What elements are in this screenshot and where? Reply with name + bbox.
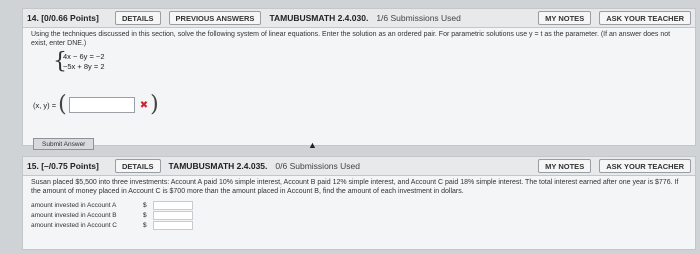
q14-submit-button[interactable]: Submit Answer [33, 138, 95, 150]
q15-number-points: 15. [–/0.75 Points] [27, 161, 107, 171]
currency-symbol: $ [143, 221, 147, 229]
investment-row: amount invested in Account B $ [31, 210, 695, 220]
q14-previous-answers-button[interactable]: PREVIOUS ANSWERS [168, 11, 262, 25]
q14-number: 14. [27, 13, 39, 23]
page: 14. [0/0.66 Points] DETAILS PREVIOUS ANS… [0, 0, 700, 254]
q15-investments: amount invested in Account A $ amount in… [23, 200, 695, 230]
account-b-input[interactable] [153, 210, 193, 220]
left-paren-icon: ( [58, 92, 67, 117]
q14-points: [0/0.66 Points] [41, 13, 99, 23]
q15-header: 15. [–/0.75 Points] DETAILS TAMUBUSMATH … [22, 156, 696, 176]
right-paren-icon: ) [150, 92, 159, 117]
incorrect-mark-icon: ✖ [139, 99, 149, 111]
q14-answer-input[interactable] [68, 97, 135, 113]
q14-details-button[interactable]: DETAILS [115, 11, 161, 25]
q14-answer-label: (x, y) = [33, 100, 57, 110]
q14-equation-2: −5x + 8y = 2 [63, 62, 105, 71]
q14-submissions: 1/6 Submissions Used [376, 13, 461, 23]
investment-row: amount invested in Account C $ [31, 220, 695, 230]
q14-instructions: Using the techniques discussed in this s… [31, 31, 671, 47]
q15-problem-text: Susan placed $5,500 into three investmen… [31, 179, 679, 195]
q15-my-notes-button[interactable]: MY NOTES [538, 159, 592, 173]
q15-ask-teacher-button[interactable]: ASK YOUR TEACHER [599, 159, 691, 173]
q15-points: [–/0.75 Points] [41, 161, 99, 171]
investment-label-a: amount invested in Account A [31, 201, 117, 209]
investment-row: amount invested in Account A $ [31, 200, 695, 210]
q15-details-button[interactable]: DETAILS [115, 159, 161, 173]
q14-header: 14. [0/0.66 Points] DETAILS PREVIOUS ANS… [22, 8, 696, 28]
investment-label-b: amount invested in Account B [31, 211, 117, 219]
q15-body: Susan placed $5,500 into three investmen… [22, 176, 696, 250]
investment-label-c: amount invested in Account C [31, 221, 117, 229]
q14-number-points: 14. [0/0.66 Points] [27, 13, 107, 23]
q15-code: TAMUBUSMATH 2.4.035. [168, 161, 268, 171]
mouse-pointer-icon: ▲ [308, 140, 317, 150]
q14-body: Using the techniques discussed in this s… [22, 28, 696, 150]
q15-number: 15. [27, 161, 39, 171]
q15-submissions: 0/6 Submissions Used [275, 161, 360, 171]
account-a-input[interactable] [153, 200, 193, 210]
q14-my-notes-button[interactable]: MY NOTES [538, 11, 592, 25]
q14-equation-1: 4x − 6y = −2 [63, 52, 105, 61]
q14-answer-row: (x, y) = ( ✖ ) [33, 94, 159, 116]
q14-code: TAMUBUSMATH 2.4.030. [269, 13, 369, 23]
currency-symbol: $ [143, 201, 147, 209]
currency-symbol: $ [143, 211, 147, 219]
account-c-input[interactable] [153, 220, 193, 230]
q14-ask-teacher-button[interactable]: ASK YOUR TEACHER [599, 11, 691, 25]
